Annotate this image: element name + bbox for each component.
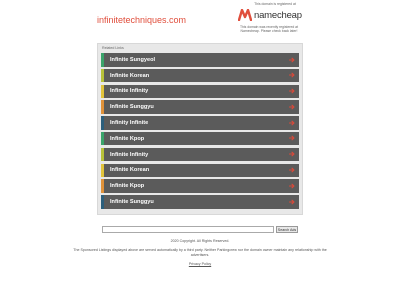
link-stripe (101, 68, 104, 83)
link-label: Infinite Infinity (110, 151, 149, 158)
search-bar: Search Ads (102, 226, 298, 233)
arrow-right-icon (289, 151, 295, 157)
related-link[interactable]: Infinite Kpop (101, 179, 299, 193)
arrow-right-icon (289, 104, 295, 110)
related-links-panel: Related Links Infinite Sungyeol Infinite… (97, 43, 303, 215)
link-stripe (101, 84, 104, 99)
link-stripe (101, 131, 104, 146)
link-label: Infinite Korean (110, 72, 150, 79)
namecheap-n-icon (238, 9, 252, 21)
related-link[interactable]: Infinite Korean (101, 68, 299, 83)
link-label: Infinite Sungyeol (110, 56, 156, 63)
arrow-right-icon (289, 167, 295, 173)
arrow-right-icon (289, 57, 295, 62)
link-stripe (101, 179, 104, 193)
link-stripe (101, 100, 104, 114)
registrar-notice: This domain is registered at (254, 2, 296, 6)
link-label: Infinite Sunggyu (110, 104, 154, 111)
arrow-right-icon (289, 72, 295, 78)
arrow-right-icon (289, 120, 295, 126)
link-label: Infinite Kpop (110, 183, 145, 190)
related-links-list: Infinite Sungyeol Infinite Korean Infini… (101, 53, 299, 211)
related-link[interactable]: Infinite Sunggyu (101, 195, 299, 209)
parked-domain-page: infinitetechniques.com This domain is re… (0, 0, 400, 300)
related-link[interactable]: Infinite Infinity (101, 84, 299, 99)
arrow-right-icon (289, 88, 295, 94)
search-input[interactable] (102, 226, 274, 233)
arrow-right-icon (289, 199, 295, 205)
link-label: Infinite Infinity (110, 88, 149, 95)
related-link[interactable]: Infinity Infinite (101, 116, 299, 130)
logo-text: namecheap (254, 9, 302, 21)
related-link[interactable]: Infinite Sungyeol (101, 53, 299, 67)
related-link[interactable]: Infinite Kpop (101, 131, 299, 146)
related-link[interactable]: Infinite Korean (101, 163, 299, 178)
related-links-title: Related Links (102, 46, 124, 50)
link-stripe (101, 116, 104, 130)
link-label: Infinite Korean (110, 167, 150, 174)
disclaimer-text: The Sponsored Listings displayed above a… (73, 248, 327, 257)
arrow-right-icon (289, 183, 295, 189)
arrow-right-icon (289, 136, 295, 141)
link-stripe (101, 147, 104, 162)
link-stripe (101, 163, 104, 178)
related-link[interactable]: Infinite Infinity (101, 147, 299, 162)
link-stripe (101, 53, 104, 67)
link-label: Infinite Kpop (110, 135, 145, 142)
link-label: Infinity Infinite (110, 119, 149, 126)
recent-registration-notice: This domain was recently registered at N… (239, 25, 299, 34)
privacy-policy-link[interactable]: Privacy Policy (100, 262, 300, 266)
link-stripe (101, 195, 104, 209)
copyright-text: 2020 Copyright. All Rights Reserved. (170, 239, 230, 243)
link-label: Infinite Sunggyu (110, 198, 154, 205)
search-ads-button[interactable]: Search Ads (276, 226, 298, 233)
domain-name: infinitetechniques.com (97, 15, 187, 25)
related-link[interactable]: Infinite Sunggyu (101, 100, 299, 114)
namecheap-logo[interactable]: namecheap (238, 9, 302, 21)
